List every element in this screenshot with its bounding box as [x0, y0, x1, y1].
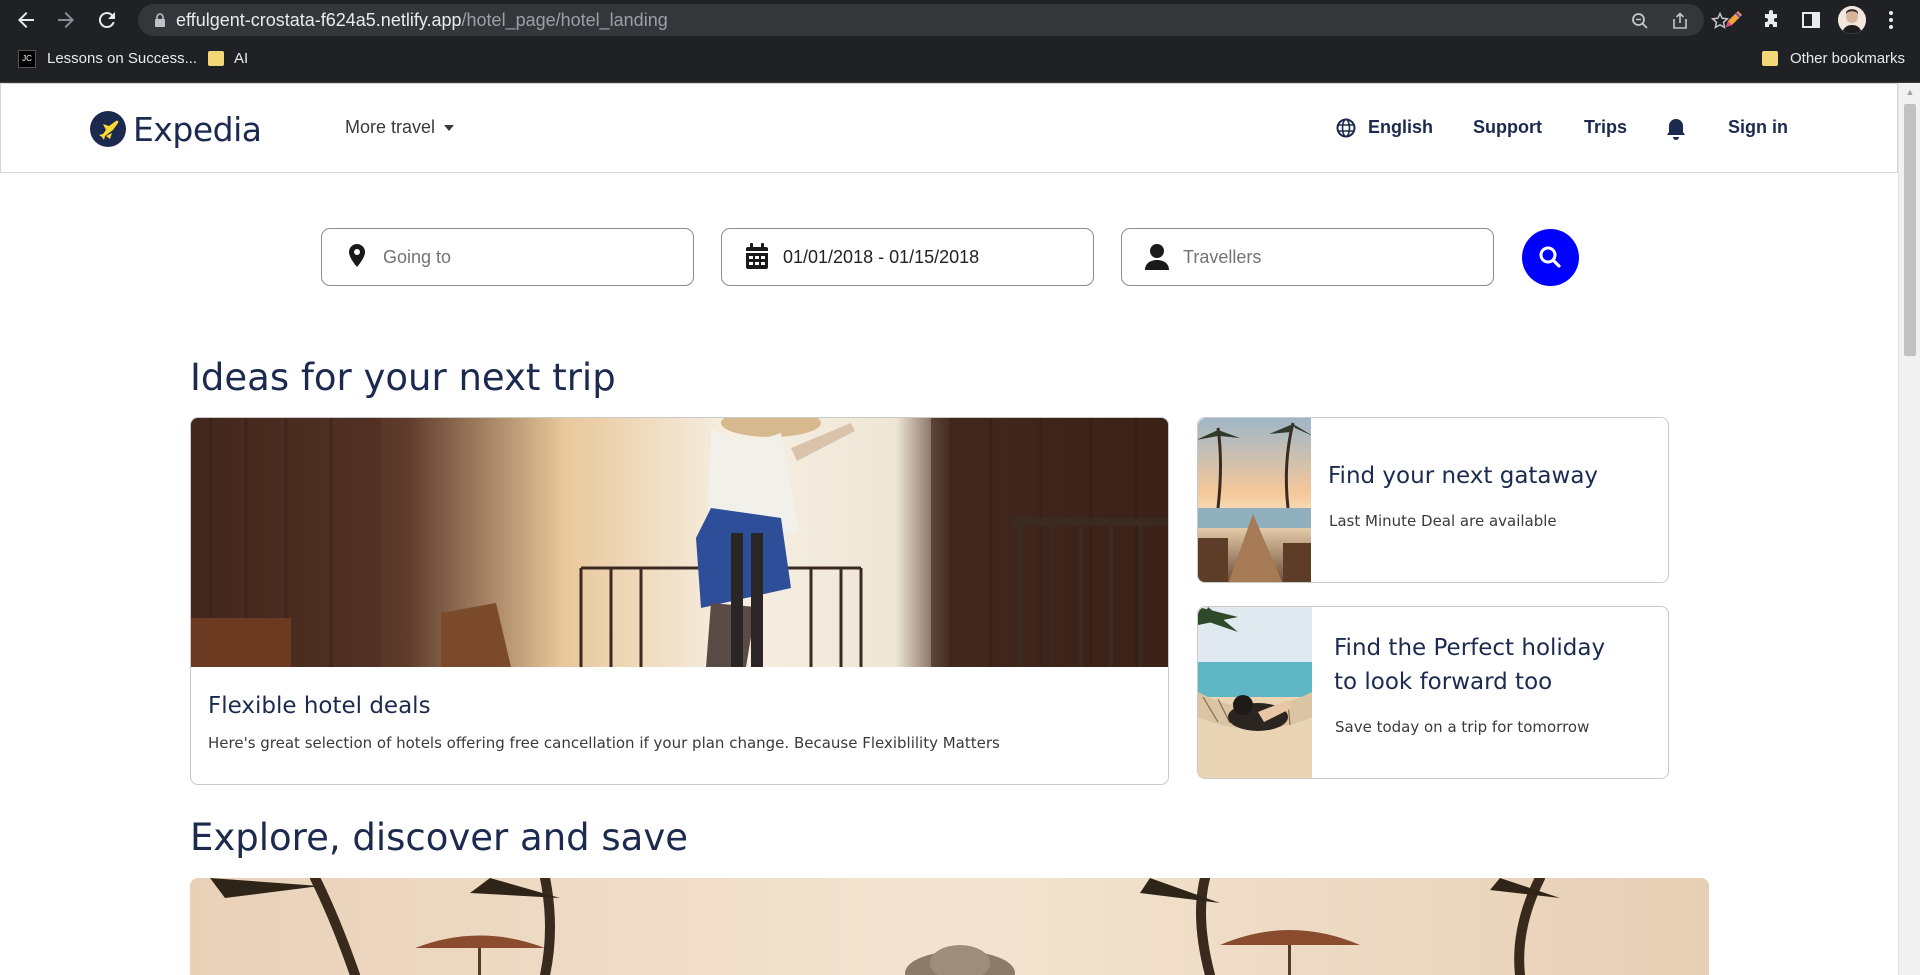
card-title: Find your next gataway	[1328, 463, 1599, 489]
trips-link[interactable]: Trips	[1584, 117, 1627, 138]
lock-icon	[152, 12, 168, 28]
plane-logo-icon	[90, 111, 126, 147]
profile-avatar[interactable]	[1838, 6, 1866, 34]
forward-icon[interactable]	[54, 8, 78, 32]
person-icon	[1142, 241, 1172, 273]
address-bar[interactable]: effulgent-crostata-f624a5.netlify.app/ho…	[138, 4, 1730, 36]
destination-placeholder: Going to	[383, 247, 452, 267]
explore-banner-image[interactable]	[190, 878, 1709, 975]
folder-icon	[208, 51, 224, 66]
hammock-beach-image	[1198, 607, 1312, 778]
card-description: Here's great selection of hotels offerin…	[208, 734, 1000, 752]
more-travel-menu[interactable]: More travel	[345, 117, 455, 138]
search-icon	[1539, 246, 1561, 268]
expedia-logo[interactable]: Expedia	[90, 109, 262, 149]
menu-dots-icon[interactable]	[1886, 9, 1896, 31]
url-text: effulgent-crostata-f624a5.netlify.app/ho…	[176, 10, 668, 30]
explore-heading: Explore, discover and save	[190, 816, 689, 859]
more-travel-label: More travel	[345, 117, 436, 137]
puzzle-extensions-icon[interactable]	[1761, 9, 1783, 31]
search-button[interactable]	[1522, 229, 1579, 286]
support-label: Support	[1473, 117, 1542, 137]
other-bookmarks[interactable]: Other bookmarks	[1790, 41, 1905, 77]
back-icon[interactable]	[14, 8, 38, 32]
site-header: Expedia More travel English Support Trip…	[0, 83, 1898, 173]
travellers-placeholder: Travellers	[1183, 247, 1262, 267]
ideas-heading: Ideas for your next trip	[190, 356, 616, 399]
scroll-thumb[interactable]	[1904, 104, 1916, 356]
pen-extension-icon[interactable]	[1722, 9, 1744, 31]
language-label: English	[1368, 117, 1434, 137]
perfect-holiday-card[interactable]: Find the Perfect holiday to look forward…	[1197, 606, 1669, 779]
sign-in-link[interactable]: Sign in	[1728, 117, 1788, 138]
date-range-field[interactable]: 01/01/2018 - 01/15/2018	[721, 228, 1094, 286]
zoom-icon[interactable]	[1631, 12, 1649, 30]
card-description: Last Minute Deal are available	[1329, 512, 1557, 530]
scroll-up-icon[interactable]: ▲	[1904, 87, 1916, 97]
support-link[interactable]: Support	[1473, 117, 1542, 138]
card-title: Flexible hotel deals	[208, 693, 431, 719]
bell-icon[interactable]	[1665, 117, 1687, 141]
card-title: Find the Perfect holiday to look forward…	[1334, 635, 1606, 695]
page-scrollbar[interactable]: ▲	[1898, 83, 1920, 975]
page-content: Expedia More travel English Support Trip…	[0, 83, 1920, 975]
travellers-field[interactable]: Travellers	[1121, 228, 1494, 286]
trips-label: Trips	[1584, 117, 1628, 137]
browser-toolbar: effulgent-crostata-f624a5.netlify.app/ho…	[0, 0, 1920, 41]
jc-favicon-icon: JC	[18, 50, 36, 68]
share-icon[interactable]	[1671, 12, 1689, 30]
card-description: Save today on a trip for tomorrow	[1335, 718, 1590, 736]
bookmarks-bar: JC Lessons on Success... AI Other bookma…	[0, 41, 1920, 83]
globe-icon	[1336, 118, 1356, 137]
bookmark-ai[interactable]: AI	[234, 41, 248, 77]
date-range-value: 01/01/2018 - 01/15/2018	[783, 247, 980, 267]
beach-pool-image	[1198, 418, 1311, 582]
logo-text: Expedia	[133, 109, 262, 149]
destination-field[interactable]: Going to	[321, 228, 694, 286]
location-pin-icon	[342, 241, 372, 273]
bookmark-lessons[interactable]: Lessons on Success...	[47, 41, 197, 77]
folder-icon	[1762, 51, 1778, 66]
flexible-hotel-deals-card[interactable]: Flexible hotel deals Here's great select…	[190, 417, 1169, 785]
sign-in-label: Sign in	[1728, 117, 1788, 137]
caret-down-icon	[444, 124, 455, 131]
side-panel-icon[interactable]	[1800, 9, 1822, 31]
calendar-icon	[742, 241, 772, 273]
next-getaway-card[interactable]: Find your next gataway Last Minute Deal …	[1197, 417, 1669, 583]
reload-icon[interactable]	[95, 8, 119, 32]
hotel-room-image	[191, 418, 1168, 667]
language-selector[interactable]: English	[1336, 117, 1433, 138]
